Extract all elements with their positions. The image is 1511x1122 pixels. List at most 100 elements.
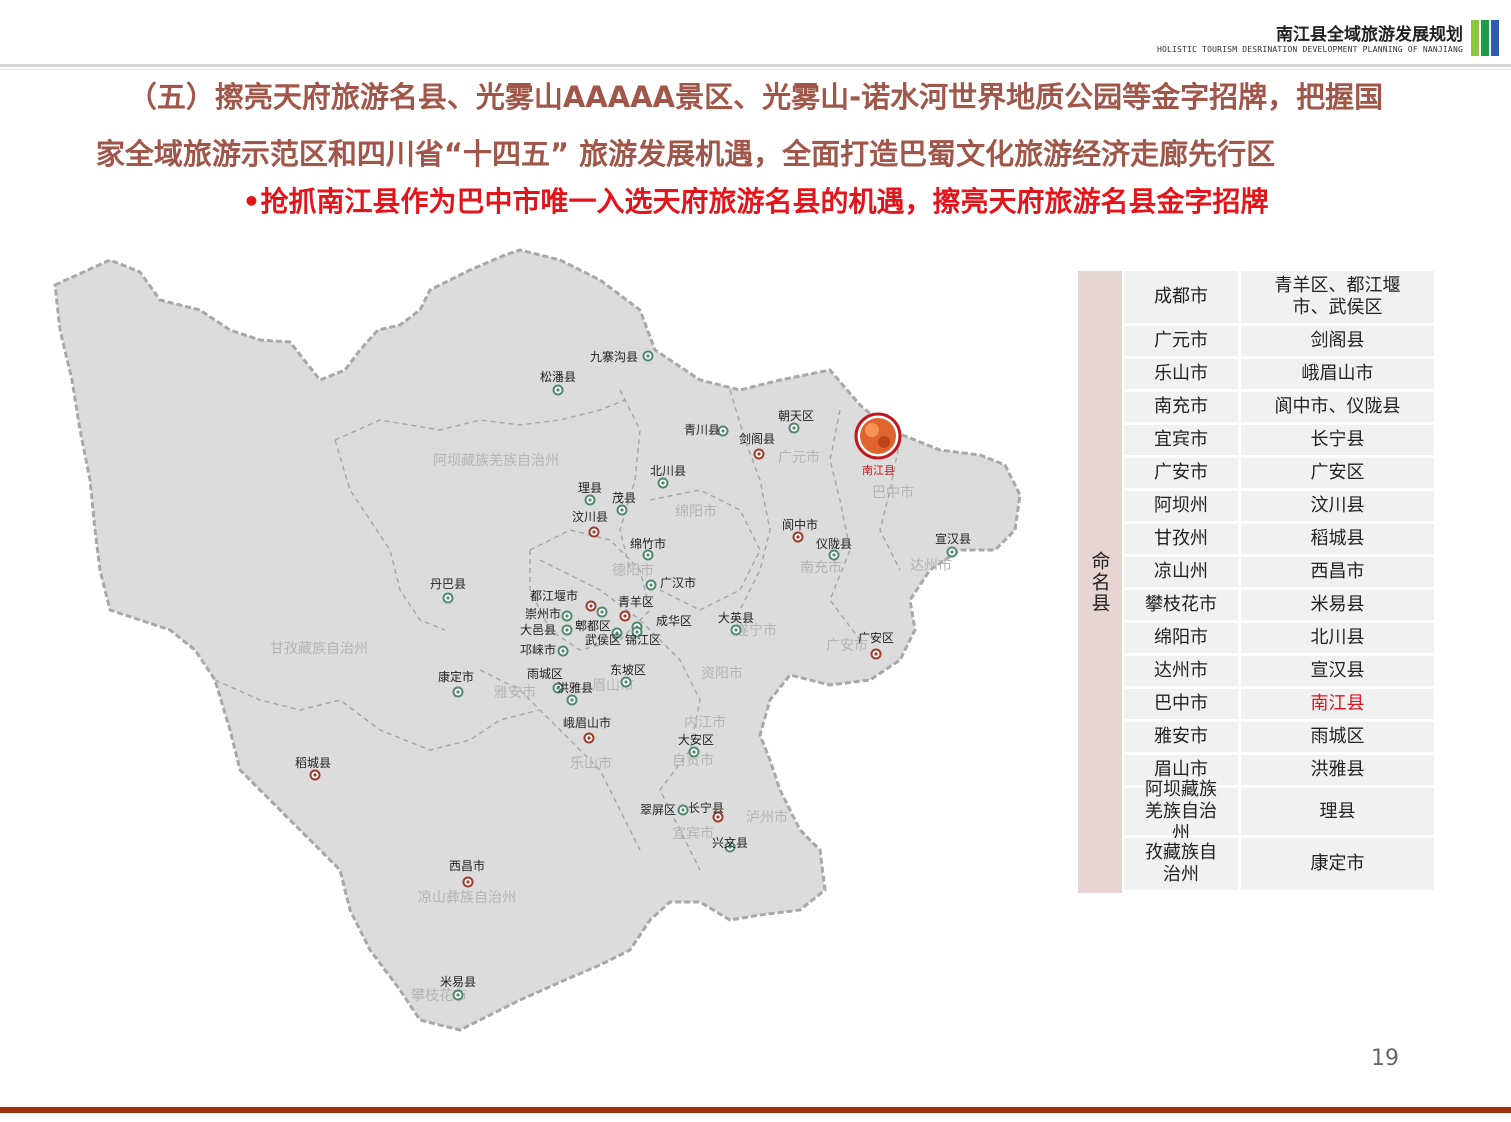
table-row: 乐山市 峨眉山市 xyxy=(1124,359,1434,389)
table-row: 绵阳市 北川县 xyxy=(1124,623,1434,653)
place-dot-center xyxy=(716,815,720,819)
table-cell-city: 成都市 xyxy=(1124,271,1238,323)
place-dot-center xyxy=(456,690,460,694)
table-cell-city: 雅安市 xyxy=(1124,722,1238,752)
place-label: 汶川县 xyxy=(572,509,608,524)
place-label: 米易县 xyxy=(440,975,476,989)
place-label: 广安区 xyxy=(858,630,894,645)
place-dot-center xyxy=(456,993,460,997)
place-label: 郫都区 xyxy=(575,618,611,633)
place-dot-center xyxy=(556,388,560,392)
logo-bar-2 xyxy=(1481,20,1489,56)
place-label: 大安区 xyxy=(678,732,714,747)
page-number: 19 xyxy=(1371,1046,1399,1071)
nanjiang-highlight-image-detail xyxy=(865,423,879,437)
place-dot-center xyxy=(832,553,836,557)
place-dot-center xyxy=(592,530,596,534)
header-subtitle: HOLISTIC TOURISM DESRINATION DEVELOPMENT… xyxy=(1156,45,1463,54)
table-cell-city: 广安市 xyxy=(1124,458,1238,488)
region-label: 凉山彝族自治州 xyxy=(418,890,516,906)
named-county-table: 命名县 成都市 青羊区、都江堰市、武侯区 广元市 剑阁县 乐山市 峨眉山市 南充市 阆中市、仪… xyxy=(1078,271,1434,893)
region-label: 内江市 xyxy=(684,714,726,731)
place-label: 大邑县 xyxy=(520,623,556,637)
table-cell-county: 青羊区、都江堰市、武侯区 xyxy=(1241,271,1434,323)
place-dot-center xyxy=(620,508,624,512)
place-label: 绵竹市 xyxy=(630,536,666,551)
table-cell-county: 康定市 xyxy=(1241,838,1434,890)
table-row: 雅安市 雨城区 xyxy=(1124,722,1434,752)
table-cell-county: 广安区 xyxy=(1241,458,1434,488)
place-label: 广汉市 xyxy=(660,575,696,590)
place-dot-center xyxy=(466,880,470,884)
place-dot-center xyxy=(796,535,800,539)
table-cell-county: 雨城区 xyxy=(1241,722,1434,752)
region-label: 泸州市 xyxy=(746,809,788,826)
table-cell-county: 米易县 xyxy=(1241,590,1434,620)
table-cell-city: 阿坝州 xyxy=(1124,491,1238,521)
table-row: 阿坝藏族羌族自治州 理县 xyxy=(1124,779,1434,844)
place-label: 朝天区 xyxy=(778,409,814,423)
place-marker: 兴文县 xyxy=(712,835,748,853)
table-row: 甘孜州 稻城县 xyxy=(1124,524,1434,554)
region-label: 南充市 xyxy=(800,559,842,576)
place-dot-center xyxy=(623,614,627,618)
place-dot-center xyxy=(646,354,650,358)
place-label: 兴文县 xyxy=(712,835,748,850)
place-label: 仪陇县 xyxy=(816,536,852,551)
place-label: 稻城县 xyxy=(295,756,331,770)
table-cell-county: 长宁县 xyxy=(1241,425,1434,455)
nanjiang-highlight-image-detail-2 xyxy=(878,436,890,448)
place-dot-center xyxy=(570,698,574,702)
nanjiang-highlight-image xyxy=(860,418,896,454)
table-cell-city: 达州市 xyxy=(1124,656,1238,686)
nanjiang-highlight: 南江县 xyxy=(854,412,902,477)
table-cell-county: 理县 xyxy=(1241,788,1434,835)
place-label: 松潘县 xyxy=(540,370,576,384)
region-label: 资阳市 xyxy=(701,665,743,682)
table-cell-county: 峨眉山市 xyxy=(1241,359,1434,389)
region-label: 达州市 xyxy=(910,557,952,574)
place-label: 丹巴县 xyxy=(430,577,466,591)
region-label: 巴中市 xyxy=(872,484,914,501)
place-dot-center xyxy=(588,498,592,502)
place-label: 康定市 xyxy=(438,669,474,684)
table-cell-county: 阆中市、仪陇县 xyxy=(1241,392,1434,422)
table-rows: 成都市 青羊区、都江堰市、武侯区 广元市 剑阁县 乐山市 峨眉山市 南充市 阆中市、仪陇县 宜宾… xyxy=(1124,271,1434,893)
nanjiang-highlight-label: 南江县 xyxy=(862,464,895,477)
place-dot-center xyxy=(561,649,565,653)
place-label: 剑阁县 xyxy=(739,431,775,446)
table-row: 广元市 剑阁县 xyxy=(1124,326,1434,356)
heading-line-1: （五）擦亮天府旅游名县、光雾山AAAAA景区、光雾山-诺水河世界地质公园等金字招… xyxy=(127,80,1384,114)
place-label: 崇州市 xyxy=(525,606,561,621)
place-dot-center xyxy=(681,808,685,812)
table-cell-city: 凉山州 xyxy=(1124,557,1238,587)
header-divider xyxy=(0,64,1511,67)
region-label: 广元市 xyxy=(778,449,820,466)
place-label: 理县 xyxy=(578,481,602,495)
place-dot-center xyxy=(721,429,725,433)
region-label: 德阳市 xyxy=(612,562,654,579)
place-label: 北川县 xyxy=(650,464,686,478)
place-label: 阆中市 xyxy=(782,517,818,532)
table-cell-county: 西昌市 xyxy=(1241,557,1434,587)
place-label: 武侯区 xyxy=(585,633,621,647)
place-label: 峨眉山市 xyxy=(563,715,611,730)
table-row: 凉山州 西昌市 xyxy=(1124,557,1434,587)
place-dot-center xyxy=(950,550,954,554)
table-cell-city: 攀枝花市 xyxy=(1124,590,1238,620)
place-dot-center xyxy=(589,604,593,608)
place-dot-center xyxy=(661,481,665,485)
place-label: 都江堰市 xyxy=(530,588,578,603)
place-label: 九寨沟县 xyxy=(590,349,638,364)
place-label: 长宁县 xyxy=(688,800,724,815)
table-cell-city: 南充市 xyxy=(1124,392,1238,422)
logo-bar-1 xyxy=(1471,20,1479,56)
table-cell-city: 孜藏族自治州 xyxy=(1124,838,1238,890)
table-row: 南充市 阆中市、仪陇县 xyxy=(1124,392,1434,422)
header-logo-bars xyxy=(1471,20,1499,56)
header-divider-thin xyxy=(0,69,1511,70)
place-dot-center xyxy=(565,628,569,632)
header-title: 南江县全域旅游发展规划 xyxy=(1276,25,1463,45)
place-dot-center xyxy=(624,680,628,684)
place-label: 宣汉县 xyxy=(935,531,971,546)
